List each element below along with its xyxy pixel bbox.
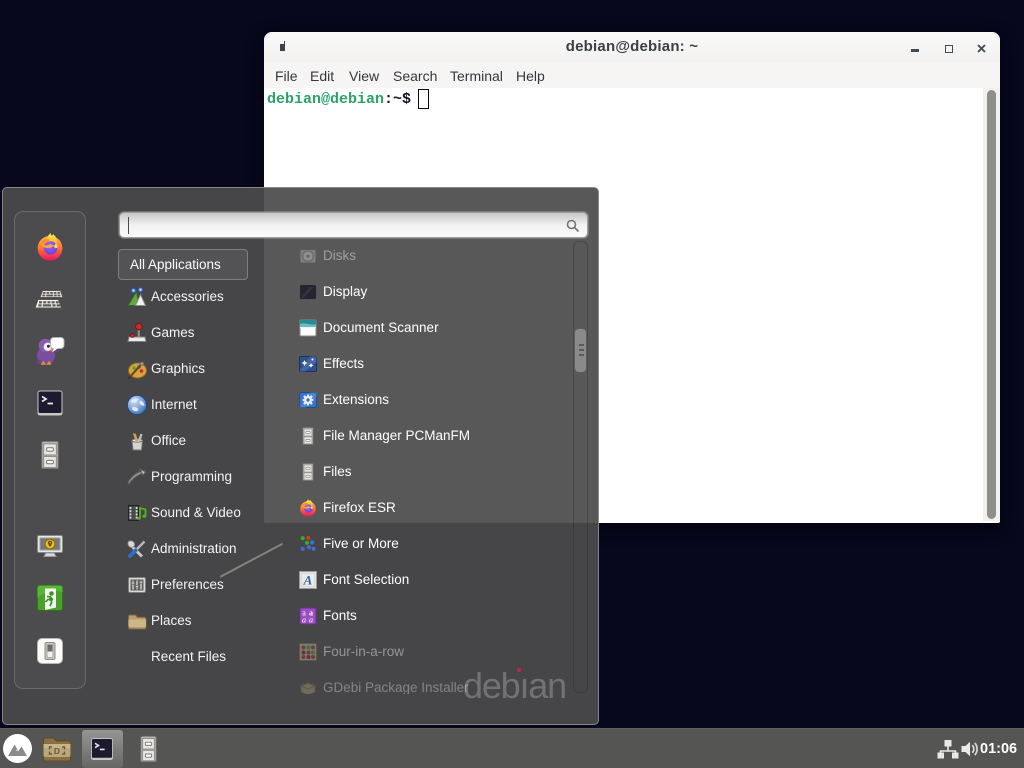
svg-text:a: a [302, 616, 306, 625]
svg-text:D: D [54, 746, 60, 756]
svg-text:A: A [303, 573, 313, 588]
svg-text:a: a [309, 616, 313, 625]
